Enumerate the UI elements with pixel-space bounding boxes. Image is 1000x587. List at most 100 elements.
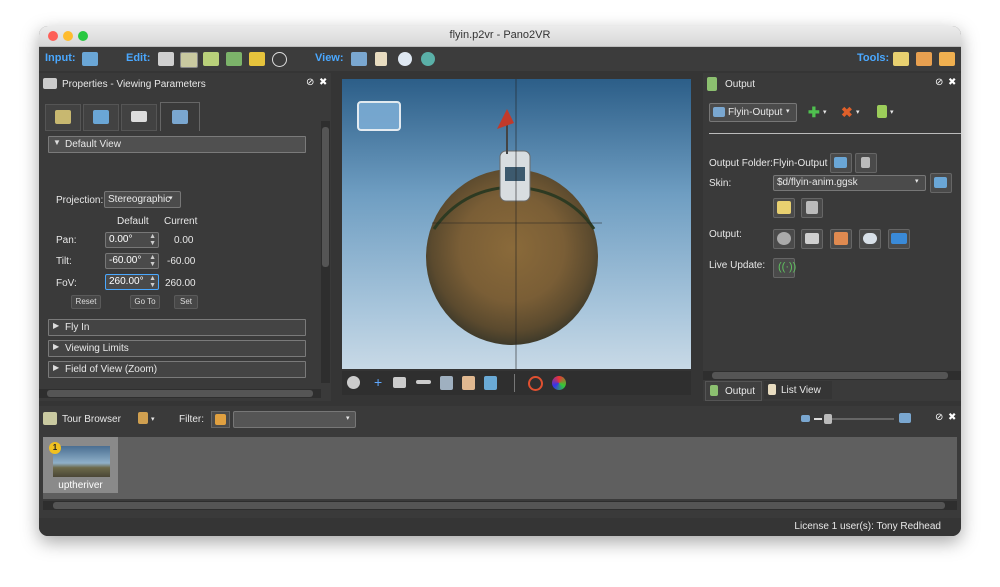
section-default-view[interactable]: ▼ Default View (48, 136, 306, 153)
scrollbar-thumb[interactable] (322, 127, 329, 267)
generate-button[interactable] (773, 229, 795, 249)
delete-folder-button[interactable] (855, 153, 877, 173)
level-icon[interactable] (416, 380, 431, 384)
skin-editor-button[interactable] (773, 198, 795, 218)
chevron-down-icon[interactable]: ▾ (823, 108, 827, 116)
cloud-tool-icon[interactable] (916, 52, 932, 66)
hand-icon[interactable] (462, 376, 475, 390)
skin-settings-button[interactable] (801, 198, 823, 218)
tab-info[interactable] (121, 104, 157, 131)
tour-float-icon[interactable]: ⊘ (935, 412, 943, 423)
divider (709, 133, 961, 134)
star-tool-icon[interactable] (893, 52, 909, 66)
tab-list-view[interactable]: List View (764, 381, 832, 399)
target-icon[interactable] (528, 376, 543, 391)
tilt-default-input[interactable]: -60.00° ▲ ▼ (105, 253, 159, 269)
filter-tag-button[interactable] (211, 411, 230, 428)
tab-panorama[interactable] (83, 104, 119, 131)
map-icon[interactable] (249, 52, 265, 66)
tab-input[interactable] (45, 104, 81, 131)
view-label: View: (315, 52, 344, 64)
skin-folder-button[interactable] (930, 173, 952, 193)
tour-close-icon[interactable]: ✖ (948, 412, 956, 423)
input-label: Input: (45, 52, 76, 64)
export-button[interactable] (888, 229, 910, 249)
properties-vertical-scrollbar[interactable] (321, 121, 330, 383)
filter-select[interactable]: ▾ (233, 411, 356, 428)
compass-tool-icon[interactable] (347, 376, 360, 389)
open-folder-button[interactable] (830, 153, 852, 173)
slider-handle[interactable] (824, 414, 832, 424)
projection-select[interactable]: Stereographic ▾ (104, 191, 181, 208)
properties-float-icon[interactable]: ⊘ (306, 77, 314, 88)
output-close-icon[interactable]: ✖ (948, 77, 956, 88)
section-fov-zoom[interactable]: ▶ Field of View (Zoom) (48, 361, 306, 378)
tilt-label: Tilt: (56, 256, 72, 267)
monitor-icon (805, 233, 819, 244)
output-float-icon[interactable]: ⊘ (935, 77, 943, 88)
stepper-icon[interactable]: ▲ ▼ (149, 233, 156, 247)
tour-node-item[interactable]: 1 uptheriver (43, 437, 118, 493)
live-update-button[interactable]: ((·)) (773, 258, 796, 278)
node-thumbnail (53, 446, 110, 477)
info-card-icon (131, 111, 147, 122)
chevron-down-icon[interactable]: ▾ (890, 108, 894, 116)
binoculars-icon[interactable] (351, 52, 367, 66)
clock-icon[interactable] (398, 52, 412, 66)
tour-browser-panel: Tour Browser ▾ Filter: ▾ ⊘ ✖ 1 uptherive… (39, 406, 961, 518)
stepper-icon[interactable]: ▲ ▼ (149, 254, 156, 268)
tour-horizontal-scrollbar[interactable] (43, 501, 957, 510)
pan-current-value: 0.00 (174, 235, 194, 246)
sort-icon[interactable] (138, 412, 148, 424)
color-wheel-icon[interactable] (552, 376, 566, 390)
brush-tool-icon[interactable] (939, 52, 955, 66)
clipboard-icon[interactable] (375, 52, 387, 66)
output-horizontal-scrollbar[interactable] (703, 371, 961, 380)
viewer-toolbar: + (342, 371, 691, 395)
properties-horizontal-scrollbar[interactable] (39, 389, 321, 398)
scrollbar-thumb[interactable] (53, 502, 945, 509)
panorama-input-icon[interactable] (82, 52, 98, 66)
patch-icon[interactable] (484, 376, 497, 390)
sound-icon[interactable] (226, 52, 242, 66)
tab-viewing-parameters[interactable] (160, 102, 200, 131)
scrollbar-thumb[interactable] (712, 372, 948, 379)
pan-default-input[interactable]: 0.00° ▲ ▼ (105, 232, 159, 248)
reset-button[interactable]: Reset (71, 295, 101, 309)
tour-map-icon[interactable] (180, 52, 198, 68)
hotspot-view-icon[interactable] (440, 376, 453, 390)
crosshair-line-icon[interactable]: + (374, 374, 382, 390)
remove-output-icon[interactable]: ✖ (841, 104, 853, 121)
chevron-down-icon: ▾ (915, 178, 919, 185)
stepper-icon[interactable]: ▲ ▼ (149, 275, 156, 289)
scrollbar-thumb[interactable] (47, 390, 313, 397)
package-button[interactable] (830, 229, 852, 249)
fov-default-input[interactable]: 260.00° ▲ ▼ (105, 274, 159, 290)
document-icon[interactable] (877, 105, 887, 118)
properties-close-icon[interactable]: ✖ (319, 77, 327, 88)
panorama-preview[interactable] (342, 79, 691, 369)
viewing-parameters-icon[interactable] (158, 52, 174, 66)
section-fly-in[interactable]: ▶ Fly In (48, 319, 306, 336)
goto-button[interactable]: Go To (130, 295, 160, 309)
tab-output-label: Output (725, 386, 756, 397)
section-viewing-limits[interactable]: ▶ Viewing Limits (48, 340, 306, 357)
pan-default-value: 0.00° (109, 234, 133, 245)
tab-output[interactable]: Output (705, 381, 762, 401)
skin-value: $d/flyin-anim.ggsk (777, 177, 858, 188)
hotspot-icon[interactable] (203, 52, 219, 66)
output-profile-select[interactable]: Flyin-Output ▾ (709, 103, 797, 122)
zoom-out-icon[interactable] (814, 418, 822, 420)
grid-icon[interactable] (393, 377, 406, 388)
set-button[interactable]: Set (174, 295, 198, 309)
left-splitter[interactable] (333, 86, 340, 386)
thumbnail-size-slider[interactable] (824, 414, 894, 424)
chevron-down-icon[interactable]: ▾ (151, 415, 155, 423)
add-output-icon[interactable]: ✚ (808, 104, 820, 121)
skin-select[interactable]: $d/flyin-anim.ggsk ▾ (773, 175, 926, 191)
preview-output-button[interactable] (801, 229, 823, 249)
preview-icon[interactable] (421, 52, 435, 66)
chevron-down-icon[interactable]: ▾ (856, 108, 860, 116)
upload-button[interactable] (859, 229, 881, 249)
compass-icon[interactable] (272, 52, 287, 67)
